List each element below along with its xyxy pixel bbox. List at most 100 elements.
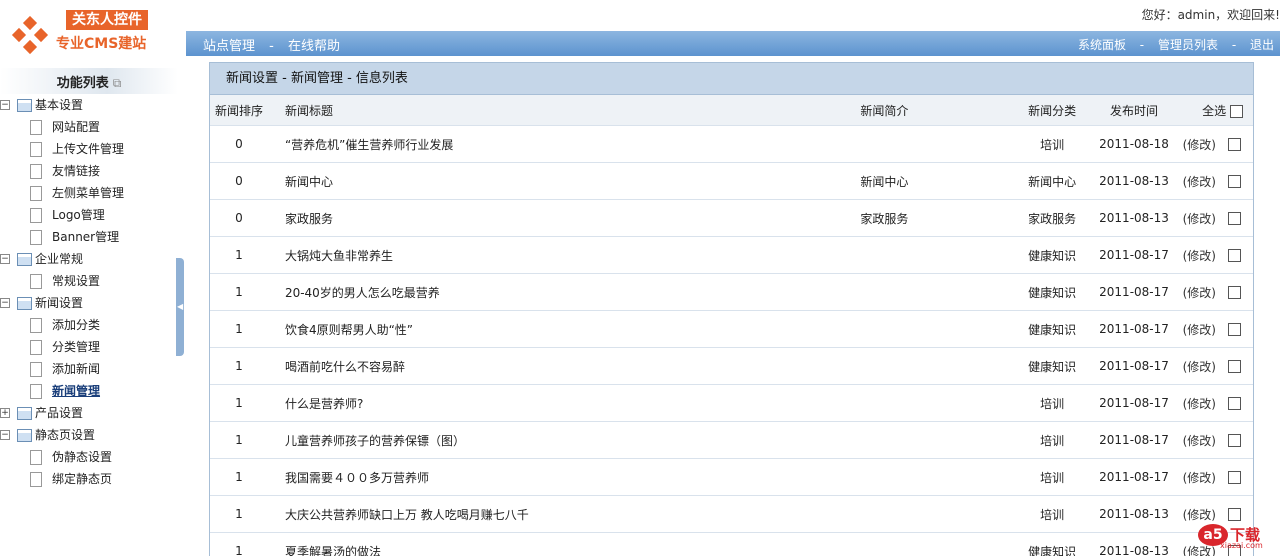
cell-title[interactable]: 大庆公共营养师缺口上万 教人吃喝月赚七八千: [268, 496, 855, 533]
sidebar-group[interactable]: −基本设置: [0, 94, 178, 116]
cell-title[interactable]: 夏季解暑汤的做法: [268, 533, 855, 556]
news-table: 新闻排序 新闻标题 新闻简介 新闻分类 发布时间 全选 0“营养危机”催生营养师…: [210, 95, 1253, 556]
sidebar-group[interactable]: + 产品设置: [0, 402, 178, 424]
cell-order: 1: [210, 237, 268, 274]
edit-link[interactable]: (修改): [1183, 471, 1216, 485]
cell-title[interactable]: 儿童营养师孩子的营养保镖（图）: [268, 422, 855, 459]
cell-category: 健康知识: [1011, 348, 1093, 385]
sidebar-item[interactable]: 伪静态设置: [0, 446, 178, 468]
edit-link[interactable]: (修改): [1183, 323, 1216, 337]
cell-date: 2011-08-17: [1093, 274, 1175, 311]
edit-link[interactable]: (修改): [1183, 212, 1216, 226]
sidebar-item[interactable]: 左侧菜单管理: [0, 182, 178, 204]
edit-link[interactable]: (修改): [1183, 249, 1216, 263]
col-header-title: 新闻标题: [268, 95, 855, 126]
edit-link[interactable]: (修改): [1183, 286, 1216, 300]
cell-title[interactable]: 我国需要４００多万营养师: [268, 459, 855, 496]
edit-link[interactable]: (修改): [1183, 434, 1216, 448]
collapse-icon[interactable]: −: [0, 100, 10, 110]
document-icon: [30, 164, 42, 179]
cell-title[interactable]: 喝酒前吃什么不容易醉: [268, 348, 855, 385]
nav-separator: -: [1232, 38, 1236, 52]
edit-link[interactable]: (修改): [1183, 360, 1216, 374]
top-nav-bar: 站点管理 - 在线帮助 系统面板 - 管理员列表 - 退出: [186, 31, 1280, 56]
sidebar-item-label: 新闻管理: [52, 380, 100, 402]
sidebar-item[interactable]: 新闻管理: [0, 380, 178, 402]
collapse-icon[interactable]: −: [0, 298, 10, 308]
sidebar-collapse-handle[interactable]: ◀: [176, 258, 184, 356]
cell-title[interactable]: 20-40岁的男人怎么吃最营养: [268, 274, 855, 311]
select-all-label: 全选: [1202, 104, 1226, 118]
cell-title[interactable]: 饮食4原则帮男人助“性”: [268, 311, 855, 348]
checkbox-cell: [1217, 348, 1253, 385]
table-row: 1什么是营养师?培训2011-08-17(修改): [210, 385, 1253, 422]
edit-link[interactable]: (修改): [1183, 397, 1216, 411]
cell-title[interactable]: 什么是营养师?: [268, 385, 855, 422]
sidebar-item[interactable]: 添加分类: [0, 314, 178, 336]
col-header-category: 新闻分类: [1011, 95, 1093, 126]
sidebar-item[interactable]: 常规设置: [0, 270, 178, 292]
row-checkbox[interactable]: [1228, 434, 1241, 447]
sidebar-group[interactable]: − 静态页设置: [0, 424, 178, 446]
document-icon: [30, 274, 42, 289]
cell-brief: [855, 496, 1011, 533]
table-row: 1饮食4原则帮男人助“性”健康知识2011-08-17(修改): [210, 311, 1253, 348]
collapse-arrow-icon: ◀: [177, 302, 183, 311]
sidebar-group[interactable]: −企业常规: [0, 248, 178, 270]
row-checkbox[interactable]: [1228, 212, 1241, 225]
edit-link[interactable]: (修改): [1183, 175, 1216, 189]
cell-brief: [855, 126, 1011, 163]
nav-admin-list[interactable]: 管理员列表: [1158, 38, 1218, 52]
nav-system-panel[interactable]: 系统面板: [1078, 38, 1126, 52]
cell-brief: [855, 533, 1011, 556]
nav-online-help[interactable]: 在线帮助: [288, 39, 340, 54]
row-checkbox[interactable]: [1228, 323, 1241, 336]
sidebar-item[interactable]: 上传文件管理: [0, 138, 178, 160]
edit-link[interactable]: (修改): [1183, 138, 1216, 152]
cell-title[interactable]: 新闻中心: [268, 163, 855, 200]
row-checkbox[interactable]: [1228, 175, 1241, 188]
row-checkbox[interactable]: [1228, 360, 1241, 373]
sidebar-group[interactable]: −新闻设置: [0, 292, 178, 314]
edit-link[interactable]: (修改): [1183, 508, 1216, 522]
sidebar-group-label: 产品设置: [35, 402, 83, 424]
collapse-icon[interactable]: −: [0, 254, 10, 264]
sidebar-item[interactable]: 友情链接: [0, 160, 178, 182]
cell-title[interactable]: “营养危机”催生营养师行业发展: [268, 126, 855, 163]
cell-title[interactable]: 大锅炖大鱼非常养生: [268, 237, 855, 274]
cell-category: 健康知识: [1011, 274, 1093, 311]
row-checkbox[interactable]: [1228, 471, 1241, 484]
row-checkbox[interactable]: [1228, 508, 1241, 521]
row-checkbox[interactable]: [1228, 397, 1241, 410]
table-header-row: 新闻排序 新闻标题 新闻简介 新闻分类 发布时间 全选: [210, 95, 1253, 126]
nav-site-management[interactable]: 站点管理: [203, 39, 255, 54]
sidebar-item[interactable]: 添加新闻: [0, 358, 178, 380]
greeting-text: 您好：admin，欢迎回来!: [1142, 6, 1280, 23]
cell-date: 2011-08-17: [1093, 348, 1175, 385]
document-icon: [30, 472, 42, 487]
row-checkbox[interactable]: [1228, 286, 1241, 299]
collapse-icon[interactable]: −: [0, 430, 10, 440]
cell-brief: [855, 311, 1011, 348]
edit-cell: (修改): [1175, 311, 1217, 348]
nav-logout[interactable]: 退出: [1250, 38, 1274, 52]
sidebar-item[interactable]: Logo管理: [0, 204, 178, 226]
cell-order: 0: [210, 200, 268, 237]
table-icon: [17, 429, 32, 442]
sidebar-item[interactable]: 绑定静态页: [0, 468, 178, 490]
cell-title[interactable]: 家政服务: [268, 200, 855, 237]
col-header-date: 发布时间: [1093, 95, 1175, 126]
popout-icon[interactable]: ⧉: [113, 76, 122, 90]
row-checkbox[interactable]: [1228, 138, 1241, 151]
expand-icon[interactable]: +: [0, 408, 10, 418]
sidebar-group-label: 静态页设置: [35, 424, 95, 446]
row-checkbox[interactable]: [1228, 249, 1241, 262]
sidebar-item[interactable]: 分类管理: [0, 336, 178, 358]
checkbox-cell: [1217, 422, 1253, 459]
sidebar-item-label: 添加新闻: [52, 358, 100, 380]
sidebar-item[interactable]: Banner管理: [0, 226, 178, 248]
sidebar-item[interactable]: 网站配置: [0, 116, 178, 138]
cell-category: 培训: [1011, 385, 1093, 422]
select-all-checkbox[interactable]: [1230, 105, 1243, 118]
cell-category: 家政服务: [1011, 200, 1093, 237]
